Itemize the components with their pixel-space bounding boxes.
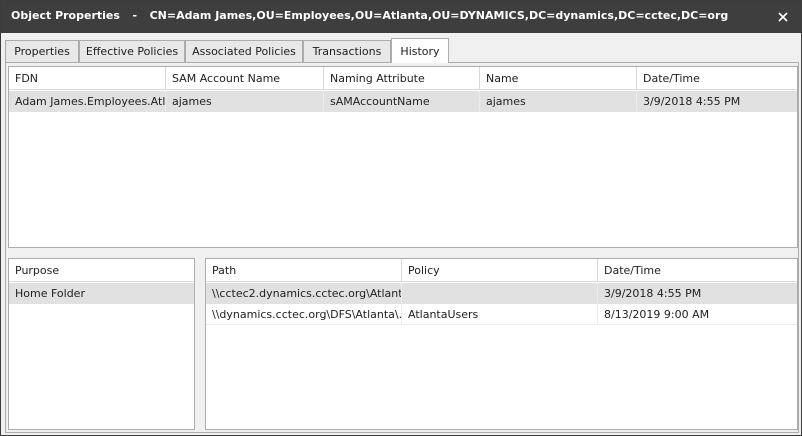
column-header-fdn[interactable]: FDN xyxy=(9,67,166,90)
close-button[interactable] xyxy=(771,5,795,29)
column-header-path[interactable]: Path xyxy=(206,259,402,282)
column-header-purpose[interactable]: Purpose xyxy=(9,259,194,282)
cell-name: ajames xyxy=(480,91,637,111)
tab-label: Associated Policies xyxy=(192,45,296,58)
tab-effective-policies[interactable]: Effective Policies xyxy=(79,40,185,62)
cell-date-time: 3/9/2018 4:55 PM xyxy=(604,286,702,300)
table-row[interactable]: \\cctec2.dynamics.cctec.org\Atlant... 3/… xyxy=(206,283,797,304)
object-properties-window: Object Properties - CN=Adam James,OU=Emp… xyxy=(0,0,802,436)
table-row[interactable]: Home Folder xyxy=(9,283,194,304)
tab-properties[interactable]: Properties xyxy=(5,40,79,62)
column-header-sam-account-name[interactable]: SAM Account Name xyxy=(166,67,324,90)
table-row[interactable]: Adam James.Employees.Atl... ajames sAMAc… xyxy=(9,91,797,112)
cell-sam-account-name: ajames xyxy=(166,91,324,111)
cell-purpose: Home Folder xyxy=(15,286,85,300)
cell-naming-attribute: sAMAccountName xyxy=(324,91,480,111)
tab-transactions[interactable]: Transactions xyxy=(303,40,391,62)
window-title-label: Object Properties xyxy=(11,9,120,22)
close-icon xyxy=(778,12,788,22)
cell-date-time: 3/9/2018 4:55 PM xyxy=(643,94,741,108)
column-header-name[interactable]: Name xyxy=(480,67,637,90)
column-header-date-time[interactable]: Date/Time xyxy=(598,259,797,282)
tab-label: Properties xyxy=(14,45,70,58)
tab-label: Effective Policies xyxy=(85,45,179,58)
column-header-naming-attribute[interactable]: Naming Attribute xyxy=(324,67,480,90)
tab-history[interactable]: History xyxy=(391,38,449,63)
column-header-policy[interactable]: Policy xyxy=(402,259,598,282)
column-header-date-time[interactable]: Date/Time xyxy=(637,67,797,90)
cell-policy xyxy=(402,283,598,303)
window-title: Object Properties - CN=Adam James,OU=Emp… xyxy=(11,9,728,22)
cell-policy: AtlantaUsers xyxy=(402,304,598,324)
cell-date-time: 8/13/2019 9:00 AM xyxy=(604,307,710,321)
tab-label: Transactions xyxy=(312,45,382,58)
tab-associated-policies[interactable]: Associated Policies xyxy=(185,40,303,62)
tab-label: History xyxy=(400,44,440,58)
path-table[interactable]: Path Policy Date/Time \\cctec2.dynamics.… xyxy=(205,258,798,430)
title-bar[interactable]: Object Properties - CN=Adam James,OU=Emp… xyxy=(1,1,801,33)
purpose-table[interactable]: Purpose Home Folder xyxy=(8,258,195,430)
window-title-object: CN=Adam James,OU=Employees,OU=Atlanta,OU… xyxy=(149,9,729,22)
title-separator: - xyxy=(132,9,138,22)
history-tab-content: FDN SAM Account Name Naming Attribute Na… xyxy=(5,62,799,433)
cell-fdn: Adam James.Employees.Atl... xyxy=(9,91,166,111)
history-table[interactable]: FDN SAM Account Name Naming Attribute Na… xyxy=(8,66,798,248)
table-row[interactable]: \\dynamics.cctec.org\DFS\Atlanta\... Atl… xyxy=(206,304,797,325)
cell-path: \\cctec2.dynamics.cctec.org\Atlant... xyxy=(206,283,402,303)
cell-path: \\dynamics.cctec.org\DFS\Atlanta\... xyxy=(206,304,402,324)
